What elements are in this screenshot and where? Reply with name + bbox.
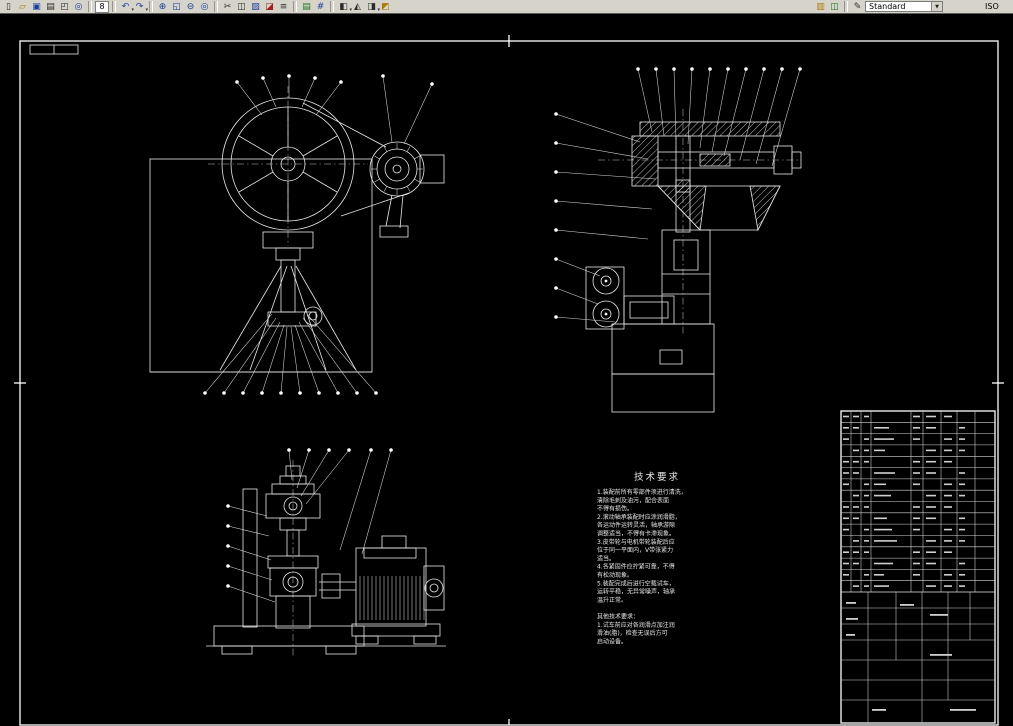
svg-text:适当。: 适当。	[597, 554, 615, 562]
toolbar-separator	[214, 1, 218, 12]
calculator-icon[interactable]: #	[314, 1, 327, 13]
pulley-teeth	[371, 143, 423, 195]
toolbar-separator	[844, 1, 848, 12]
svg-text:启动设备。: 启动设备。	[597, 637, 627, 645]
parts-list-grid	[841, 411, 995, 723]
print-preview-icon[interactable]: ◰	[58, 1, 71, 13]
svg-text:运转平稳，无异常噪声，轴承: 运转平稳，无异常噪声，轴承	[597, 588, 675, 596]
paste-icon[interactable]: ▨	[249, 1, 262, 13]
tech-requirements: 技术要求 1.装配前所有零部件须进行清洗，清除毛刺及油污，配合表面不得有损伤。2…	[597, 471, 687, 645]
drawing-canvas[interactable]: 技术要求 1.装配前所有零部件须进行清洗，清除毛刺及油污，配合表面不得有损伤。2…	[0, 14, 1013, 726]
sheet-border	[14, 35, 1004, 726]
toolbar-separator	[88, 1, 92, 12]
open-file-icon[interactable]: ▱	[16, 1, 29, 13]
drawing-area[interactable]: 技术要求 1.装配前所有零部件须进行清洗， 清除毛刺及油污，配合表面 不得有损伤。 2…	[0, 14, 1013, 726]
new-file-icon[interactable]: ▯	[2, 1, 15, 13]
svg-text:温升正常。: 温升正常。	[597, 596, 627, 604]
toolbar-separator	[112, 1, 116, 12]
properties-icon[interactable]: ◫	[828, 1, 841, 13]
motor-cooling-fins	[359, 576, 425, 620]
toolbar-separator	[330, 1, 334, 12]
cad-application-window: ▯ ▱ ▣ ▤ ◰ ◎ 8 ↶ ▾ ↷ ▾ ⊕ ◱ ⊖ ◎ ✂ ◫ ▨ ◪ ≡ ▤ # ◧ ▾ ◭ ◨ ▾ ◩ ▥ ◫ ✎ Standard ▼…	[0, 0, 1013, 726]
zoom-window-icon[interactable]: ◱	[170, 1, 183, 13]
visual-styles-icon[interactable]: ◨ ▾	[365, 1, 380, 13]
undo-icon[interactable]: ↶ ▾	[119, 1, 134, 13]
svg-text:4.各紧固件应拧紧可靠，不得: 4.各紧固件应拧紧可靠，不得	[597, 563, 675, 571]
svg-text:调整适当，不得有卡滞现象。: 调整适当，不得有卡滞现象。	[597, 530, 675, 538]
text-style-combo[interactable]: Standard ▼	[865, 1, 943, 12]
svg-text:位于同一平面内，V带张紧力: 位于同一平面内，V带张紧力	[597, 546, 673, 554]
layers-icon[interactable]: ≡	[277, 1, 290, 13]
side-view[interactable]	[206, 460, 446, 658]
svg-text:2.滚动轴承装配时应涂润滑脂，: 2.滚动轴承装配时应涂润滑脂，	[597, 513, 681, 521]
toolbar: ▯ ▱ ▣ ▤ ◰ ◎ 8 ↶ ▾ ↷ ▾ ⊕ ◱ ⊖ ◎ ✂ ◫ ▨ ◪ ≡ ▤ # ◧ ▾ ◭ ◨ ▾ ◩ ▥ ◫ ✎ Standard ▼…	[0, 0, 1013, 14]
zoom-extents-icon[interactable]: ◎	[198, 1, 211, 13]
dim-style-label[interactable]: ISO	[985, 2, 1011, 11]
svg-text:各运动件运转灵活，轴承游隙: 各运动件运转灵活，轴承游隙	[597, 521, 675, 529]
tool-palettes-icon[interactable]: ▥	[814, 1, 827, 13]
front-view[interactable]	[149, 86, 445, 373]
erase-icon[interactable]: ◪	[263, 1, 276, 13]
svg-text:不得有损伤。: 不得有损伤。	[597, 505, 633, 513]
svg-text:3.皮带轮与电机带轮装配后应: 3.皮带轮与电机带轮装配后应	[597, 538, 675, 546]
save-file-icon[interactable]: ▣	[30, 1, 43, 13]
render-icon[interactable]: ◩	[379, 1, 392, 13]
insert-table-icon[interactable]: ▤	[300, 1, 313, 13]
zoom-realtime-icon[interactable]: ⊕	[156, 1, 169, 13]
svg-text:1.试车前应对各润滑点加注润: 1.试车前应对各润滑点加注润	[597, 621, 675, 629]
toolbar-separator	[293, 1, 297, 12]
title-block[interactable]	[840, 410, 996, 724]
svg-text:1.装配前所有零部件须进行清洗，: 1.装配前所有零部件须进行清洗，	[597, 488, 687, 496]
toolbar-separator	[149, 1, 153, 12]
chevron-down-icon[interactable]: ▼	[931, 2, 942, 11]
markup-icon[interactable]: ✎	[851, 1, 864, 13]
svg-text:滑油(脂)，检查无误后方可: 滑油(脂)，检查无误后方可	[597, 629, 668, 637]
tech-requirements-body: 1.装配前所有零部件须进行清洗，清除毛刺及油污，配合表面不得有损伤。2.滚动轴承…	[597, 488, 687, 645]
named-views-icon[interactable]: ◧ ▾	[337, 1, 352, 13]
find-icon[interactable]: ◎	[72, 1, 85, 13]
svg-text:有松动现象。: 有松动现象。	[597, 571, 633, 579]
section-view[interactable]	[585, 109, 802, 413]
print-icon[interactable]: ▤	[44, 1, 57, 13]
svg-text:其他技术要求：: 其他技术要求：	[597, 613, 639, 621]
combo-value: Standard	[869, 2, 906, 11]
zone-field[interactable]: 8	[95, 0, 109, 13]
svg-text:清除毛刺及油污，配合表面: 清除毛刺及油污，配合表面	[597, 496, 669, 504]
copy-icon[interactable]: ◫	[235, 1, 248, 13]
redo-icon[interactable]: ↷ ▾	[133, 1, 148, 13]
cut-icon[interactable]: ✂	[221, 1, 234, 13]
chevron-down-icon[interactable]: ▾	[145, 7, 148, 13]
svg-text:5.装配完成后进行空载试车，: 5.装配完成后进行空载试车，	[597, 579, 675, 587]
zoom-previous-icon[interactable]: ⊖	[184, 1, 197, 13]
tech-requirements-title: 技术要求	[634, 471, 680, 483]
orbit-icon[interactable]: ◭	[351, 1, 364, 13]
